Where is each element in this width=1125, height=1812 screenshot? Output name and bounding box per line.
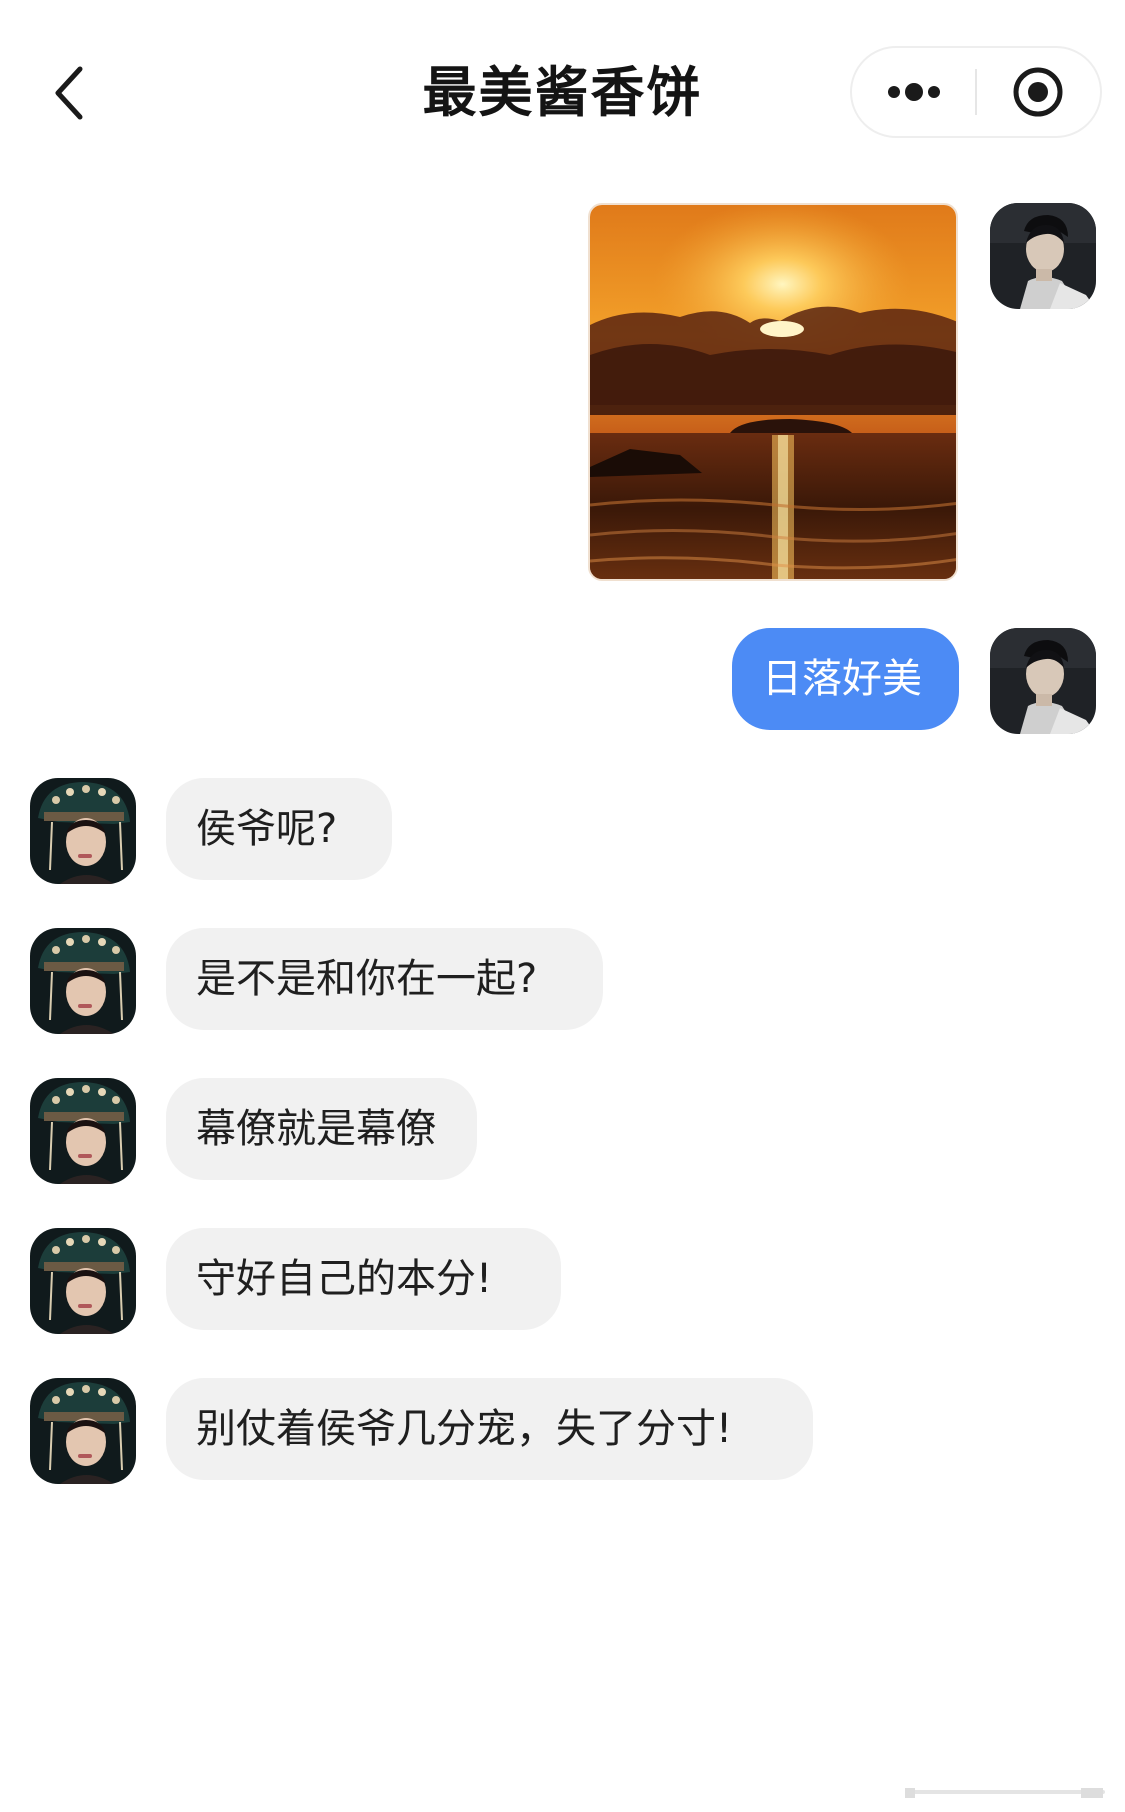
chat-header: 最美酱香饼 <box>0 0 1125 185</box>
incoming-message-bubble[interactable]: 幕僚就是幕僚 <box>166 1078 477 1180</box>
incoming-message-bubble[interactable]: 守好自己的本分! <box>166 1228 561 1330</box>
my-avatar[interactable] <box>990 203 1096 309</box>
male-avatar-image <box>990 203 1096 309</box>
contact-avatar[interactable] <box>30 1378 136 1484</box>
incoming-message-bubble[interactable]: 侯爷呢? <box>166 778 392 880</box>
incoming-message-bubble[interactable]: 是不是和你在一起? <box>166 928 603 1030</box>
male-avatar-image <box>990 628 1096 734</box>
outgoing-message-bubble[interactable]: 日落好美 <box>732 628 959 730</box>
sunset-image-graphic <box>590 205 956 579</box>
contact-avatar[interactable] <box>30 928 136 1034</box>
female-avatar-image <box>30 1078 136 1184</box>
more-dots-icon <box>887 83 940 101</box>
watermark-strip <box>905 1788 1105 1798</box>
contact-avatar[interactable] <box>30 1228 136 1334</box>
close-button[interactable] <box>977 48 1100 136</box>
female-avatar-image <box>30 928 136 1034</box>
contact-avatar[interactable] <box>30 1078 136 1184</box>
mini-program-capsule <box>850 46 1102 138</box>
contact-avatar[interactable] <box>30 778 136 884</box>
incoming-message-bubble[interactable]: 别仗着侯爷几分宠，失了分寸! <box>166 1378 813 1480</box>
my-avatar[interactable] <box>990 628 1096 734</box>
female-avatar-image <box>30 778 136 884</box>
female-avatar-image <box>30 1228 136 1334</box>
sunset-over-sea-photo[interactable] <box>588 203 958 581</box>
female-avatar-image <box>30 1378 136 1484</box>
target-circle-icon <box>1013 67 1063 117</box>
more-button[interactable] <box>852 48 975 136</box>
